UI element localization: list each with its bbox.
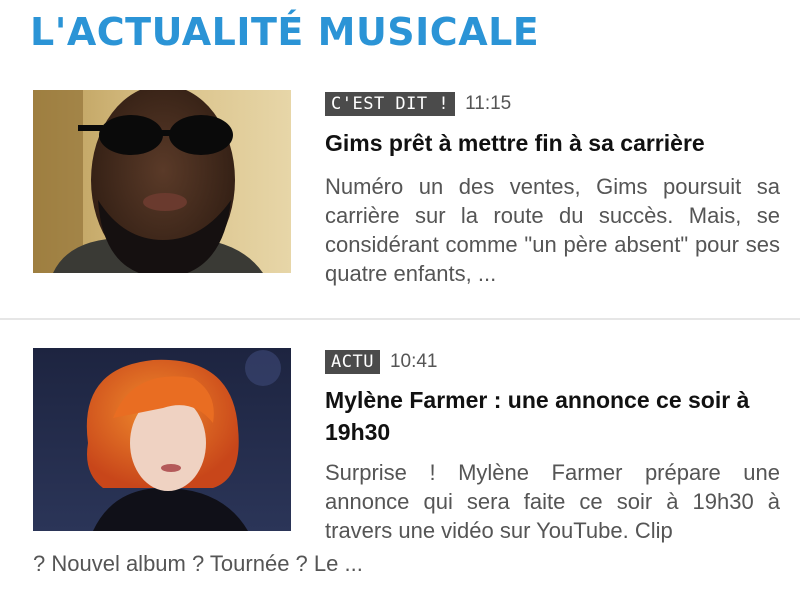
article-excerpt-continued: ? Nouvel album ? Tournée ? Le ... — [33, 551, 363, 576]
article-excerpt: Numéro un des ventes, Gims poursuit sa c… — [325, 174, 780, 286]
category-tag[interactable]: C'EST DIT ! — [325, 92, 456, 116]
article-divider — [0, 318, 800, 320]
article-card[interactable]: ACTU 10:41 Mylène Farmer : une annonce c… — [0, 348, 800, 588]
article-headline[interactable]: Mylène Farmer : une annonce ce soir à 19… — [325, 384, 785, 448]
article-meta: ACTU 10:41 — [325, 350, 438, 374]
publish-time: 11:15 — [465, 93, 512, 114]
article-excerpt: Surprise ! Mylène Farmer prépare une ann… — [325, 460, 780, 543]
article-meta: C'EST DIT ! 11:15 — [325, 92, 511, 116]
music-news-page: L'ACTUALITÉ MUSICALE C'EST DIT ! 11:15 G… — [0, 0, 800, 600]
article-headline[interactable]: Gims prêt à mettre fin à sa carrière — [325, 127, 785, 159]
article-thumbnail[interactable] — [33, 348, 291, 531]
article-thumbnail[interactable] — [33, 90, 291, 273]
category-tag[interactable]: ACTU — [325, 350, 380, 374]
publish-time: 10:41 — [389, 351, 438, 372]
section-title: L'ACTUALITÉ MUSICALE — [30, 10, 540, 54]
article-card[interactable]: C'EST DIT ! 11:15 Gims prêt à mettre fin… — [0, 90, 800, 318]
